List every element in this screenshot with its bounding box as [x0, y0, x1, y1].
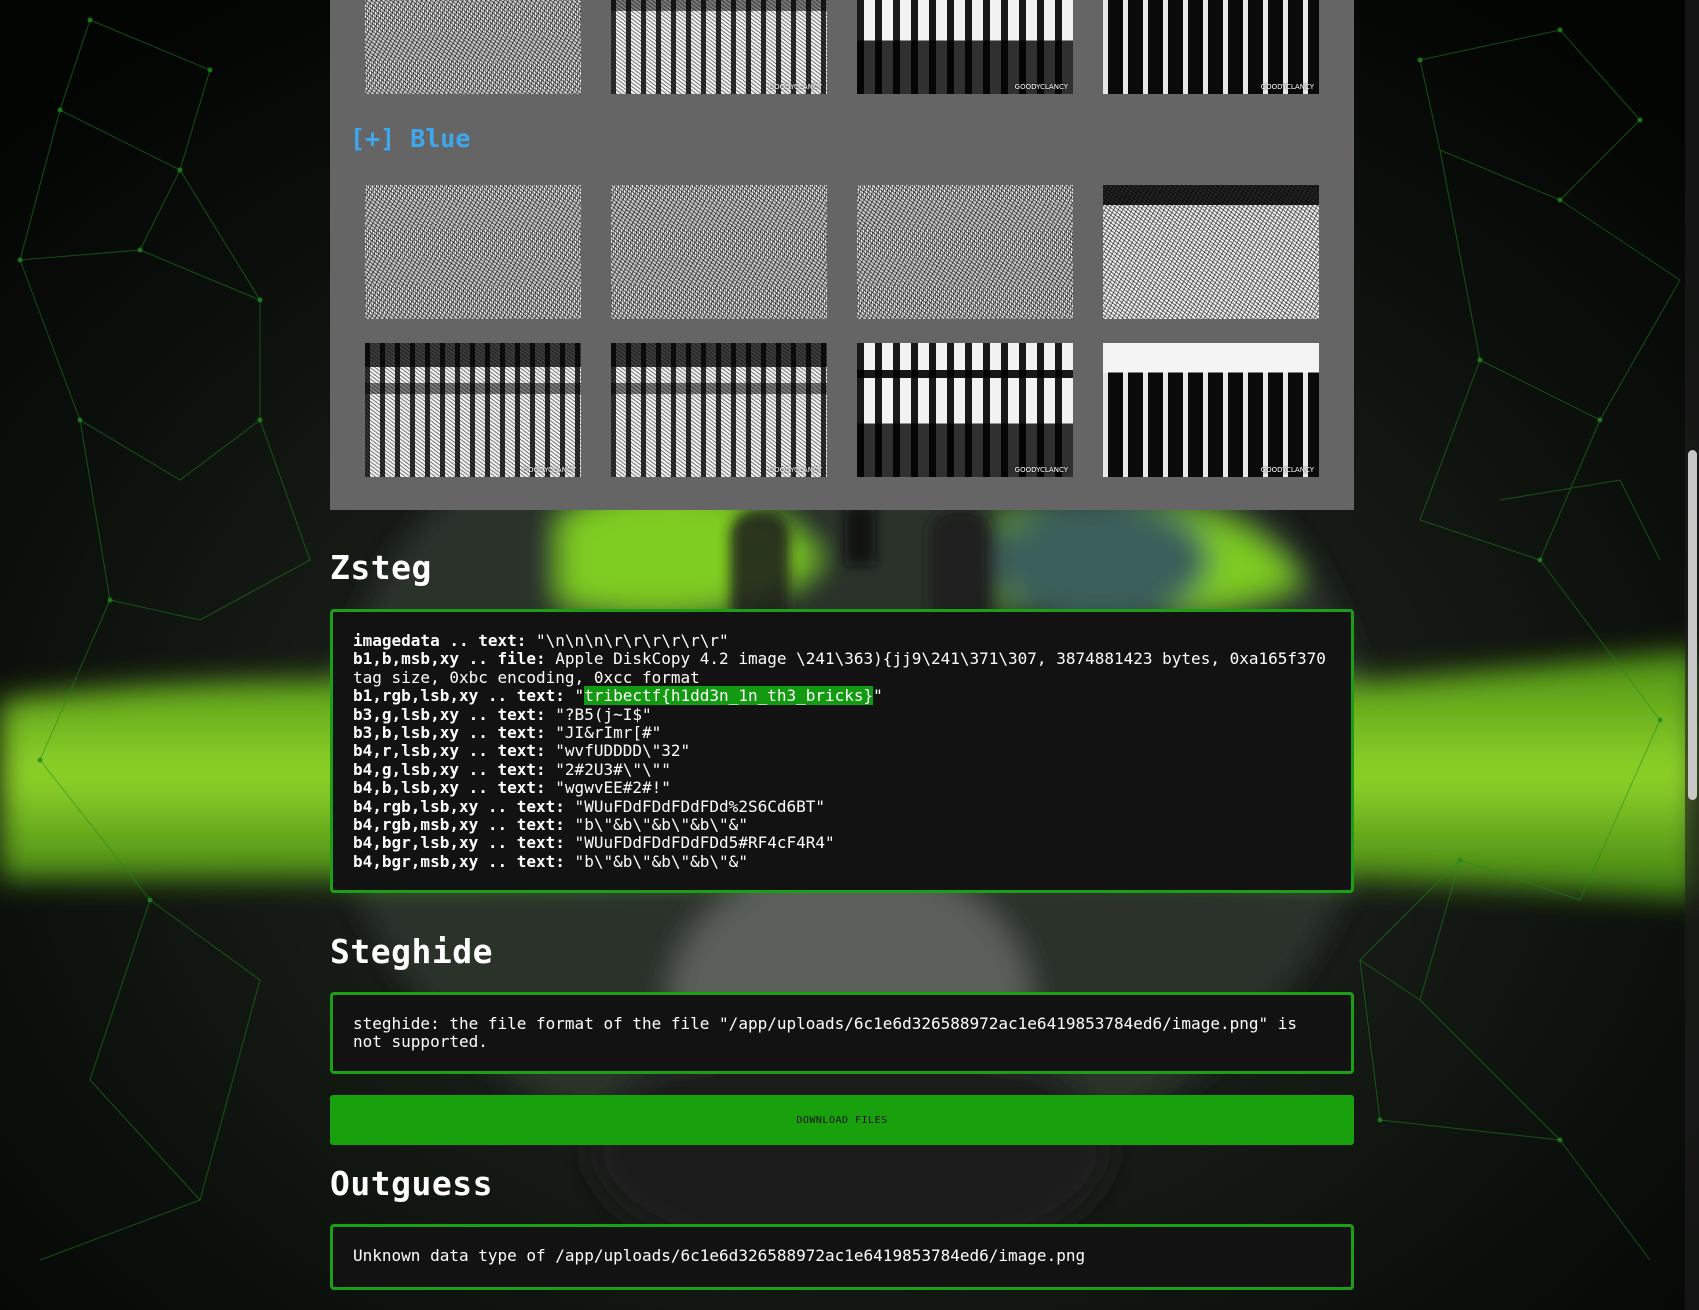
zsteg-line-value-end: ": [873, 686, 883, 706]
flag-highlight[interactable]: tribectf{h1dd3n_1n_th3_bricks}: [584, 686, 874, 706]
zsteg-line-value: "WUuFDdFDdFDdFDd%2S6Cd6BT": [564, 796, 826, 816]
steghide-title: Steghide: [330, 932, 493, 971]
zsteg-line: b4,g,lsb,xy .. text: "2#2U3#\"\"": [353, 759, 1331, 779]
outguess-title: Outguess: [330, 1164, 493, 1203]
thumbnail-watermark: GOODYCLANCY: [1260, 83, 1314, 91]
zsteg-output: imagedata .. text: "\n\n\n\r\r\r\r\r\r" b…: [330, 609, 1354, 893]
outguess-output: Unknown data type of /app/uploads/6c1e6d…: [330, 1224, 1354, 1290]
zsteg-line: b4,r,lsb,xy .. text: "wvfUDDDD\"32": [353, 742, 1331, 760]
scrollbar[interactable]: [1685, 0, 1699, 1310]
thumbnail-watermark: GOODYCLANCY: [1260, 466, 1314, 474]
zsteg-line-value: "JI&rImr[#": [545, 723, 662, 743]
zsteg-line-key: b4,r,lsb,xy .. text:: [353, 741, 546, 761]
download-files-button[interactable]: DOWNLOAD FILES: [330, 1095, 1354, 1145]
zsteg-line-key: b4,g,lsb,xy .. text:: [353, 759, 546, 779]
blue-bitplane-thumbnail[interactable]: [1103, 185, 1319, 319]
thumbnail-watermark: GOODYCLANCY: [768, 466, 822, 474]
zsteg-line-key: b4,b,lsb,xy .. text:: [353, 778, 546, 798]
zsteg-line-value: "wgwvEE#2#!": [545, 778, 671, 798]
scrollbar-thumb[interactable]: [1688, 450, 1697, 800]
zsteg-line: b4,rgb,msb,xy .. text: "b\"&b\"&b\"&b\"&…: [353, 815, 1331, 835]
zsteg-line: b1,b,msb,xy .. file: Apple DiskCopy 4.2 …: [353, 650, 1331, 668]
blue-bitplane-thumbnail[interactable]: [857, 185, 1073, 319]
zsteg-line-value: "2#2U3#\"\"": [545, 759, 671, 779]
thumbnail-watermark: GOODYCLANCY: [768, 83, 822, 91]
thumbnail-watermark: GOODYCLANCY: [522, 466, 576, 474]
zsteg-line: b4,b,lsb,xy .. text: "wgwvEE#2#!": [353, 779, 1331, 797]
zsteg-line: b4,bgr,msb,xy .. text: "b\"&b\"&b\"&b\"&…: [353, 851, 1331, 871]
blue-bitplane-thumbnail[interactable]: GOODYCLANCY: [857, 343, 1073, 477]
zsteg-line: tag size, 0xbc encoding, 0xcc format: [353, 667, 1331, 687]
zsteg-line-key: b4,bgr,lsb,xy .. text:: [353, 833, 565, 853]
blue-bitplane-thumbnail[interactable]: [365, 185, 581, 319]
thumbnail-watermark: GOODYCLANCY: [1014, 83, 1068, 91]
zsteg-line-key: b4,rgb,lsb,xy .. text:: [353, 796, 565, 816]
zsteg-title: Zsteg: [330, 548, 432, 587]
zsteg-line-value: "WUuFDdFDdFDdFDd5#RF4cF4R4": [564, 833, 835, 853]
zsteg-line-key: b4,bgr,msb,xy .. text:: [353, 851, 565, 871]
zsteg-line: b4,rgb,lsb,xy .. text: "WUuFDdFDdFDdFDd%…: [353, 796, 1331, 816]
zsteg-line: b3,b,lsb,xy .. text: "JI&rImr[#": [353, 723, 1331, 743]
zsteg-line-value: "b\"&b\"&b\"&b\"&": [564, 815, 748, 835]
blue-channel-heading[interactable]: [+] Blue: [350, 124, 470, 153]
zsteg-line-key: imagedata .. text:: [353, 631, 527, 650]
green-bitplane-thumbnail[interactable]: GOODYCLANCY: [857, 0, 1073, 94]
zsteg-line-value: "\n\n\n\r\r\r\r\r\r": [526, 631, 729, 650]
zsteg-line: b4,bgr,lsb,xy .. text: "WUuFDdFDdFDdFDd5…: [353, 834, 1331, 852]
zsteg-line-value: "b\"&b\"&b\"&b\"&": [564, 851, 748, 871]
zsteg-line-value: "wvfUDDDD\"32": [545, 741, 691, 761]
blue-bitplane-thumbnail[interactable]: [611, 185, 827, 319]
zsteg-line-value: tag size, 0xbc encoding, 0xcc format: [353, 667, 700, 687]
green-bitplane-thumbnail[interactable]: GOODYCLANCY: [611, 0, 827, 94]
zsteg-line-value: "?B5(j~I$": [545, 704, 652, 724]
blue-bitplane-thumbnail[interactable]: GOODYCLANCY: [1103, 343, 1319, 477]
zsteg-line-key: b3,g,lsb,xy .. text:: [353, 704, 546, 724]
zsteg-line-key: b3,b,lsb,xy .. text:: [353, 723, 546, 743]
bitplane-gallery: GOODYCLANCY GOODYCLANCY GOODYCLANCY [+] …: [330, 0, 1354, 510]
thumbnail-watermark: GOODYCLANCY: [1014, 466, 1068, 474]
zsteg-line: b1,rgb,lsb,xy .. text: "tribectf{h1dd3n_…: [353, 686, 1331, 706]
zsteg-line-key: b1,b,msb,xy .. file:: [353, 649, 546, 669]
zsteg-line-value: Apple DiskCopy 4.2 image \241\363){jj9\2…: [545, 649, 1326, 669]
zsteg-line: imagedata .. text: "\n\n\n\r\r\r\r\r\r": [353, 631, 1331, 650]
zsteg-line: b3,g,lsb,xy .. text: "?B5(j~I$": [353, 704, 1331, 724]
zsteg-line-key: b4,rgb,msb,xy .. text:: [353, 815, 565, 835]
green-bitplane-thumbnail[interactable]: GOODYCLANCY: [1103, 0, 1319, 94]
blue-bitplane-thumbnail[interactable]: GOODYCLANCY: [365, 343, 581, 477]
steghide-output: steghide: the file format of the file "/…: [330, 992, 1354, 1074]
green-bitplane-thumbnail[interactable]: [365, 0, 581, 94]
blue-bitplane-thumbnail[interactable]: GOODYCLANCY: [611, 343, 827, 477]
zsteg-line-key: b1,rgb,lsb,xy .. text:: [353, 686, 565, 706]
zsteg-line-value: ": [564, 686, 585, 706]
